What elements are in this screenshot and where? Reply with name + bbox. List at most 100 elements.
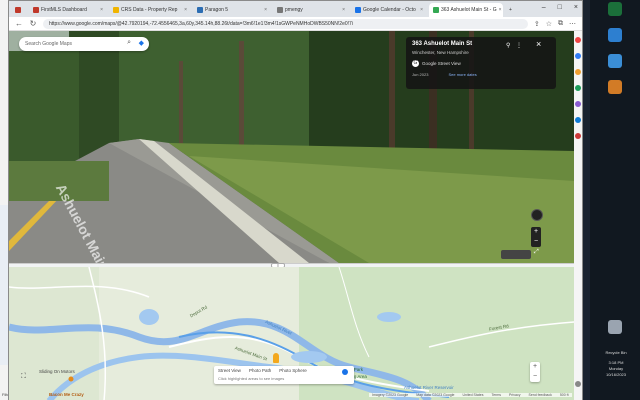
zoom-out-icon[interactable]: − [530,372,540,382]
pin-icon[interactable]: ⚲ [506,42,510,49]
map-business-label: Bacon Me Crazy [49,392,84,397]
legend-toggle[interactable] [342,369,348,375]
privacy-link[interactable]: Privacy [509,393,520,397]
settings-icon[interactable] [575,381,581,387]
map-reservoir-label: Ashuelot River Reservoir [404,385,454,390]
close-icon[interactable]: × [184,7,187,13]
menu-icon[interactable]: ⋯ [569,20,576,28]
desktop [590,0,640,400]
tab-favicon [113,7,119,13]
zoom-out-icon[interactable]: − [531,237,541,247]
imagery-credit: Imagery ©2023 Google [372,393,409,397]
extensions-icon[interactable]: ⧉ [558,20,563,28]
expand-icon[interactable]: ⤢ [534,249,539,256]
close-icon[interactable]: × [264,7,267,13]
app-icon-green[interactable] [608,2,622,16]
sidebar-app-icon[interactable] [575,133,581,139]
reload-icon[interactable]: ↻ [29,19,37,28]
street-view-legend: Street View Photo Path Photo Sphere Clic… [214,366,354,384]
recycle-bin-label: Recycle Bin [605,350,627,355]
search-input[interactable]: Search Google Maps [25,41,72,47]
back-icon[interactable]: ← [15,19,23,28]
scale-bar[interactable]: 500 ft [560,393,569,397]
source-row: G Google Street View [412,60,550,67]
minimize-icon[interactable]: – [542,4,546,11]
street-view-zoom: + − [531,227,541,247]
sidebar-app-icon[interactable] [575,117,581,123]
tab-favicon [277,7,283,13]
street-view[interactable]: Ashuelot Main St Search Google Maps ⌕ ◆ … [9,31,574,263]
pegman-icon[interactable] [273,353,279,363]
tab-label: Paragon 5 [205,7,229,13]
window-controls: – □ × [542,4,578,11]
legend-row: Street View Photo Path Photo Sphere [218,368,350,373]
share-icon[interactable]: ⇪ [534,20,540,28]
legend-street-view: Street View [218,368,241,373]
legend-hint: Click highlighted areas to see images [218,376,285,381]
tab-pmengy[interactable]: pmengy × [273,3,349,17]
see-more-dates-link[interactable]: See more dates [448,72,476,77]
close-icon[interactable]: × [499,7,502,13]
tab-favicon [33,7,39,13]
tab-crs[interactable]: CRS Data - Property Rep × [109,3,191,17]
legend-photo-sphere: Photo Sphere [279,368,307,373]
app-icon-blue[interactable] [608,54,622,68]
tab-firstmls[interactable]: FirstMLS Dashboard × [29,3,107,17]
address-bar[interactable]: https://www.google.com/maps/@42.7920194,… [43,18,528,29]
zoom-in-icon[interactable]: + [531,227,541,237]
source-label: Google Street View [422,61,461,66]
map-footer: Imagery ©2023 Google Map data ©2023 Goog… [369,393,572,397]
close-icon[interactable]: × [536,39,541,49]
close-icon[interactable]: × [342,7,345,13]
map-business-label: Sliding On Motors [39,369,75,374]
map-data-credit: Map data ©2023 Google [416,393,455,397]
tab-favicon [197,7,203,13]
date-row: Jun 2023 See more dates [412,72,550,77]
search-box[interactable]: Search Google Maps ⌕ ◆ [19,37,149,51]
feedback-link[interactable]: Send feedback [528,393,551,397]
sidebar-app-icon[interactable] [575,69,581,75]
tab-favicon [15,7,21,13]
zoom-in-icon[interactable]: + [530,362,540,372]
tab-label: 363 Ashuelot Main St - G [441,7,497,13]
search-icon[interactable]: ⌕ [127,39,131,47]
app-icon-orange[interactable] [608,80,622,94]
sidebar-app-icon[interactable] [575,53,581,59]
url-text: https://www.google.com/maps/@42.7920194,… [49,20,353,27]
compass-icon[interactable] [531,209,543,221]
address-town: Winchester, New Hampshire [412,50,469,55]
sidebar-app-icon[interactable] [575,85,581,91]
tab-favicon [355,7,361,13]
directions-icon[interactable]: ◆ [139,39,144,47]
tab-label: CRS Data - Property Rep [121,7,178,13]
tab-paragon[interactable]: Paragon 5 × [193,3,271,17]
close-window-icon[interactable]: × [574,4,578,11]
browser-window: FirstMLS Dashboard × CRS Data - Property… [8,0,583,400]
tab-calendar[interactable]: Google Calendar - Octo × [351,3,427,17]
photo-thumbnails[interactable] [501,250,531,259]
tab-maps-active[interactable]: 363 Ashuelot Main St - G × [429,3,503,17]
new-tab-button[interactable]: + [505,3,517,17]
more-options-icon[interactable]: ⋮ [516,42,522,49]
tab-label: FirstMLS Dashboard [41,7,87,13]
browser-toolbar: ← ↻ https://www.google.com/maps/@42.7920… [9,17,582,31]
terms-link[interactable]: Terms [491,393,501,397]
google-icon: G [412,60,419,67]
system-clock[interactable]: Recycle Bin 3:18 PM Monday 10/16/2023 [592,350,640,378]
close-icon[interactable]: × [420,7,423,13]
clock-date: 10/16/2023 [605,372,627,377]
bookmark-icon[interactable]: ☆ [546,20,552,28]
sidebar-app-icon[interactable] [575,101,581,107]
region-link[interactable]: United States [462,393,483,397]
edge-icon[interactable] [608,28,622,42]
capture-date: Jun 2023 [412,72,429,77]
fullscreen-icon[interactable]: ⛶ [21,373,26,381]
sidebar-app-icon[interactable] [575,37,581,43]
maximize-icon[interactable]: □ [558,4,562,11]
tab-label: Google Calendar - Octo [363,7,416,13]
tab-label: pmengy [285,7,303,13]
tab-pinned[interactable] [11,3,25,17]
recycle-bin-icon[interactable] [608,320,622,334]
map-panel[interactable]: Ashuelot Main St Depot Rd Pisgah State P… [9,267,574,400]
close-icon[interactable]: × [100,7,103,13]
